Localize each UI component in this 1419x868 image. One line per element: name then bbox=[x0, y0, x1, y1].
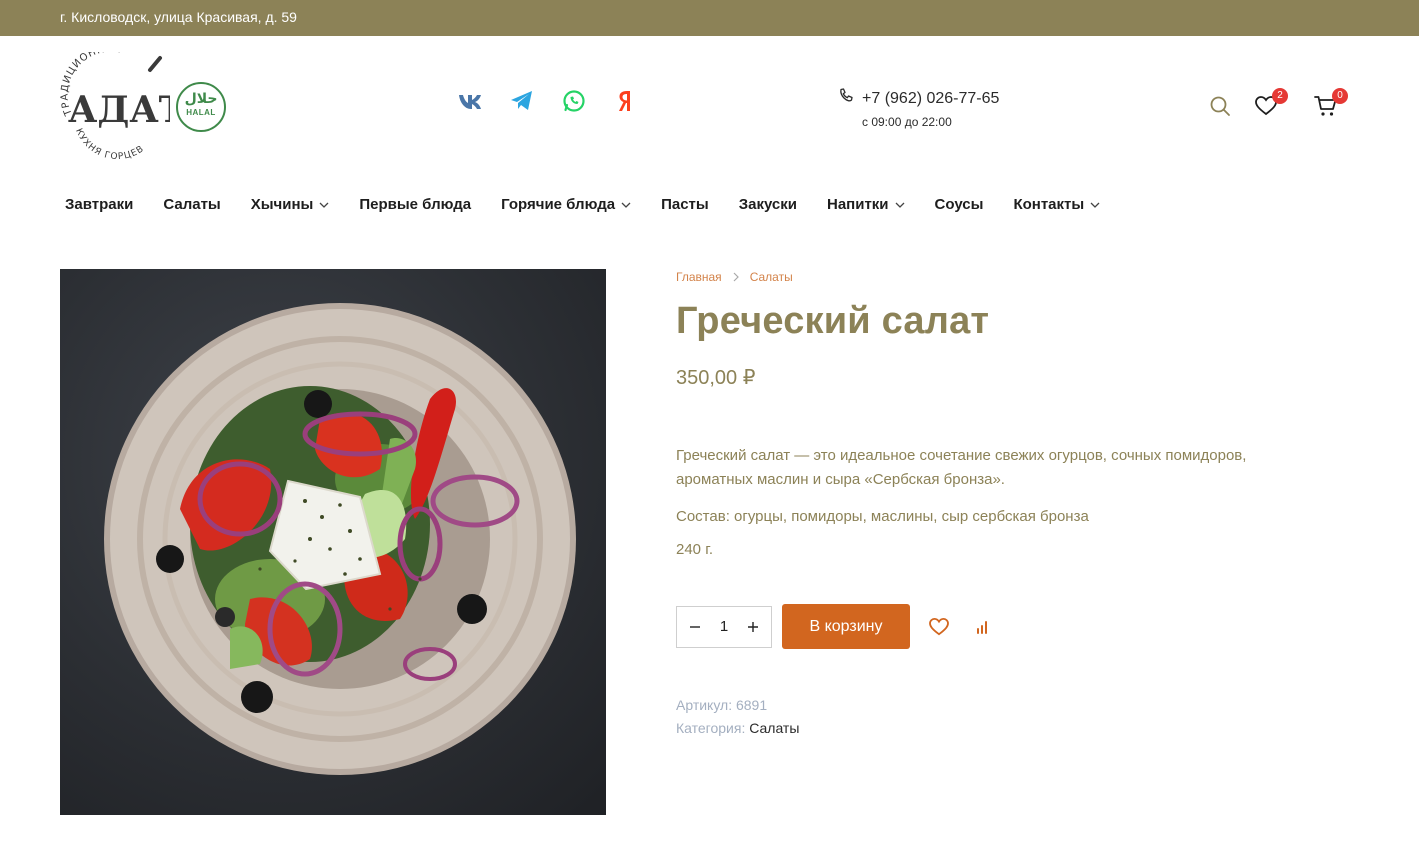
svg-text:КУХНЯ ГОРЦЕВ: КУХНЯ ГОРЦЕВ bbox=[73, 127, 146, 160]
quantity-increase-button[interactable] bbox=[743, 617, 763, 637]
plus-icon bbox=[748, 621, 758, 632]
halal-label: HALAL bbox=[186, 108, 216, 117]
nav-item-9[interactable]: Соусы bbox=[935, 196, 984, 213]
search-icon bbox=[1210, 96, 1230, 116]
minus-icon bbox=[690, 625, 700, 628]
site-logo[interactable]: ТРАДИЦИОННАЯ КУХНЯ ГОРЦЕВ АДАТ bbox=[58, 44, 186, 163]
nav-item-label: Соусы bbox=[934, 196, 984, 213]
category-link[interactable]: Салаты bbox=[749, 720, 799, 736]
product-meta: Артикул: 6891 Категория: Салаты bbox=[676, 694, 799, 740]
nav-item-1[interactable]: Завтраки bbox=[65, 196, 133, 213]
logo-emblem-icon: ТРАДИЦИОННАЯ КУХНЯ ГОРЦЕВ АДАТ bbox=[60, 44, 186, 163]
yandex-icon[interactable] bbox=[612, 87, 640, 115]
chevron-down-icon bbox=[895, 200, 905, 210]
nav-item-8[interactable]: Напитки bbox=[827, 196, 905, 213]
compare-button[interactable] bbox=[972, 616, 994, 638]
product-description: Греческий салат — это идеальное сочетани… bbox=[676, 447, 1247, 488]
product-composition: Состав: огурцы, помидоры, маслины, сыр с… bbox=[676, 508, 1089, 525]
cart-count-badge: 0 bbox=[1332, 88, 1348, 104]
add-to-cart-button[interactable]: В корзину bbox=[782, 604, 910, 649]
chevron-right-icon bbox=[733, 272, 739, 282]
nav-item-label: Завтраки bbox=[65, 196, 134, 213]
chevron-down-icon bbox=[1090, 200, 1100, 210]
heart-icon bbox=[929, 617, 949, 635]
nav-item-label: Хычины bbox=[250, 196, 314, 213]
breadcrumb: Главная Салаты bbox=[676, 270, 1356, 284]
search-button[interactable] bbox=[1206, 88, 1234, 124]
nav-item-label: Салаты bbox=[163, 196, 221, 213]
nav-item-label: Напитки bbox=[827, 196, 889, 213]
phone-icon bbox=[838, 88, 854, 109]
product-info: Главная Салаты Греческий салат 350,00 ₽ … bbox=[676, 270, 1356, 558]
nav-item-3[interactable]: Хычины bbox=[251, 196, 330, 213]
telegram-icon[interactable] bbox=[508, 87, 536, 115]
nav-item-6[interactable]: Пасты bbox=[661, 196, 709, 213]
main-nav: Завтраки Салаты Хычины Первые блюда Горячие … bbox=[65, 196, 1100, 213]
address-text: г. Кисловодск, улица Красивая, д. 59 bbox=[60, 9, 297, 25]
product-title: Греческий салат bbox=[676, 300, 990, 342]
vk-icon[interactable] bbox=[456, 87, 484, 115]
nav-item-4[interactable]: Первые блюда bbox=[359, 196, 471, 213]
top-bar: г. Кисловодск, улица Красивая, д. 59 bbox=[0, 0, 1419, 36]
logo-arc-bottom: КУХНЯ ГОРЦЕВ bbox=[73, 127, 145, 162]
nav-item-label: Первые блюда bbox=[359, 196, 472, 213]
halal-badge: حلال HALAL bbox=[176, 82, 226, 132]
nav-item-label: Пасты bbox=[661, 196, 709, 213]
whatsapp-icon[interactable] bbox=[560, 87, 588, 115]
wishlist-count-badge: 2 bbox=[1272, 88, 1288, 104]
logo-wordmark: АДАТ bbox=[68, 89, 170, 131]
chevron-down-icon bbox=[621, 200, 631, 210]
sku-row: Артикул: 6891 bbox=[676, 694, 799, 717]
wishlist-button[interactable]: 2 bbox=[1252, 88, 1288, 124]
add-to-wishlist-button[interactable] bbox=[928, 616, 950, 638]
quantity-stepper: 1 bbox=[676, 605, 772, 648]
breadcrumb-category[interactable]: Салаты bbox=[750, 270, 793, 284]
nav-item-5[interactable]: Горячие блюда bbox=[501, 196, 631, 213]
category-label: Категория: bbox=[676, 720, 746, 736]
product-price: 350,00 ₽ bbox=[676, 367, 756, 389]
nav-item-7[interactable]: Закуски bbox=[739, 196, 797, 213]
quantity-decrease-button[interactable] bbox=[685, 617, 705, 637]
working-hours: с 09:00 до 22:00 bbox=[862, 115, 952, 129]
nav-item-label: Закуски bbox=[738, 196, 797, 213]
quantity-input[interactable]: 1 bbox=[720, 618, 728, 635]
nav-item-label: Горячие блюда bbox=[501, 196, 616, 213]
nav-item-10[interactable]: Контакты bbox=[1013, 196, 1100, 213]
nav-item-label: Контакты bbox=[1013, 196, 1085, 213]
product-image[interactable] bbox=[60, 269, 606, 815]
sku-label: Артикул: bbox=[676, 697, 733, 713]
halal-arabic: حلال bbox=[184, 90, 218, 106]
social-links bbox=[456, 86, 640, 116]
cart-button[interactable]: 0 bbox=[1312, 88, 1348, 124]
breadcrumb-home[interactable]: Главная bbox=[676, 270, 722, 284]
phone-number-link[interactable]: +7 (962) 026-77-65 bbox=[862, 90, 999, 108]
chevron-down-icon bbox=[319, 200, 329, 210]
bar-chart-icon bbox=[977, 620, 987, 634]
buy-controls: 1 В корзину bbox=[676, 604, 994, 649]
category-row: Категория: Салаты bbox=[676, 717, 799, 740]
product-weight: 240 г. bbox=[676, 541, 714, 558]
nav-item-2[interactable]: Салаты bbox=[163, 196, 220, 213]
contact-block: +7 (962) 026-77-65 с 09:00 до 22:00 bbox=[838, 88, 999, 129]
sku-value: 6891 bbox=[735, 697, 768, 713]
